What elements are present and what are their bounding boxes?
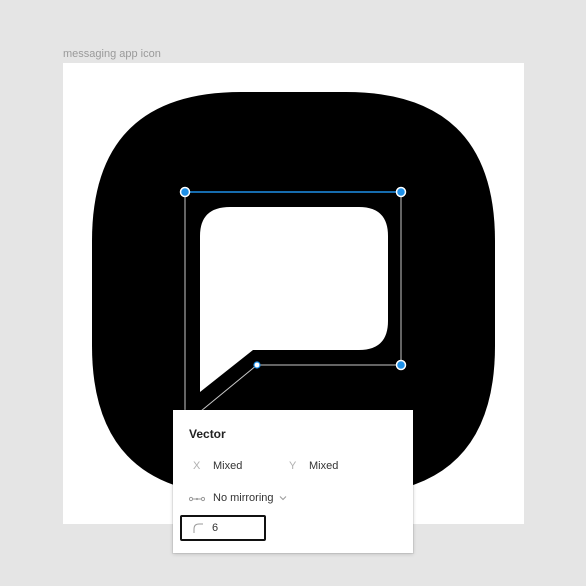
mirroring-dropdown[interactable]: No mirroring: [188, 492, 287, 504]
vector-properties-panel: Vector X Mixed Y Mixed No mirroring 6: [173, 410, 413, 553]
y-label: Y: [289, 460, 297, 472]
x-value[interactable]: Mixed: [213, 460, 242, 472]
mirror-dots-icon: [188, 493, 206, 503]
vertex-handle-bottom-right[interactable]: [395, 359, 407, 371]
y-position-field[interactable]: Y Mixed: [289, 460, 338, 472]
vertex-handle-top-right[interactable]: [395, 186, 407, 198]
corner-radius-icon: [193, 523, 203, 533]
x-label: X: [193, 460, 201, 472]
panel-title: Vector: [189, 427, 226, 441]
chevron-down-icon: [279, 493, 287, 503]
x-position-field[interactable]: X Mixed: [193, 460, 242, 472]
y-value[interactable]: Mixed: [309, 460, 338, 472]
mirroring-value: No mirroring: [213, 492, 274, 504]
corner-radius-value[interactable]: 6: [212, 522, 218, 534]
corner-radius-input[interactable]: 6: [180, 515, 266, 541]
frame-label[interactable]: messaging app icon: [63, 48, 161, 60]
vertex-handle-tail-joint[interactable]: [253, 361, 261, 369]
vertex-handle-top-left[interactable]: [179, 186, 191, 198]
